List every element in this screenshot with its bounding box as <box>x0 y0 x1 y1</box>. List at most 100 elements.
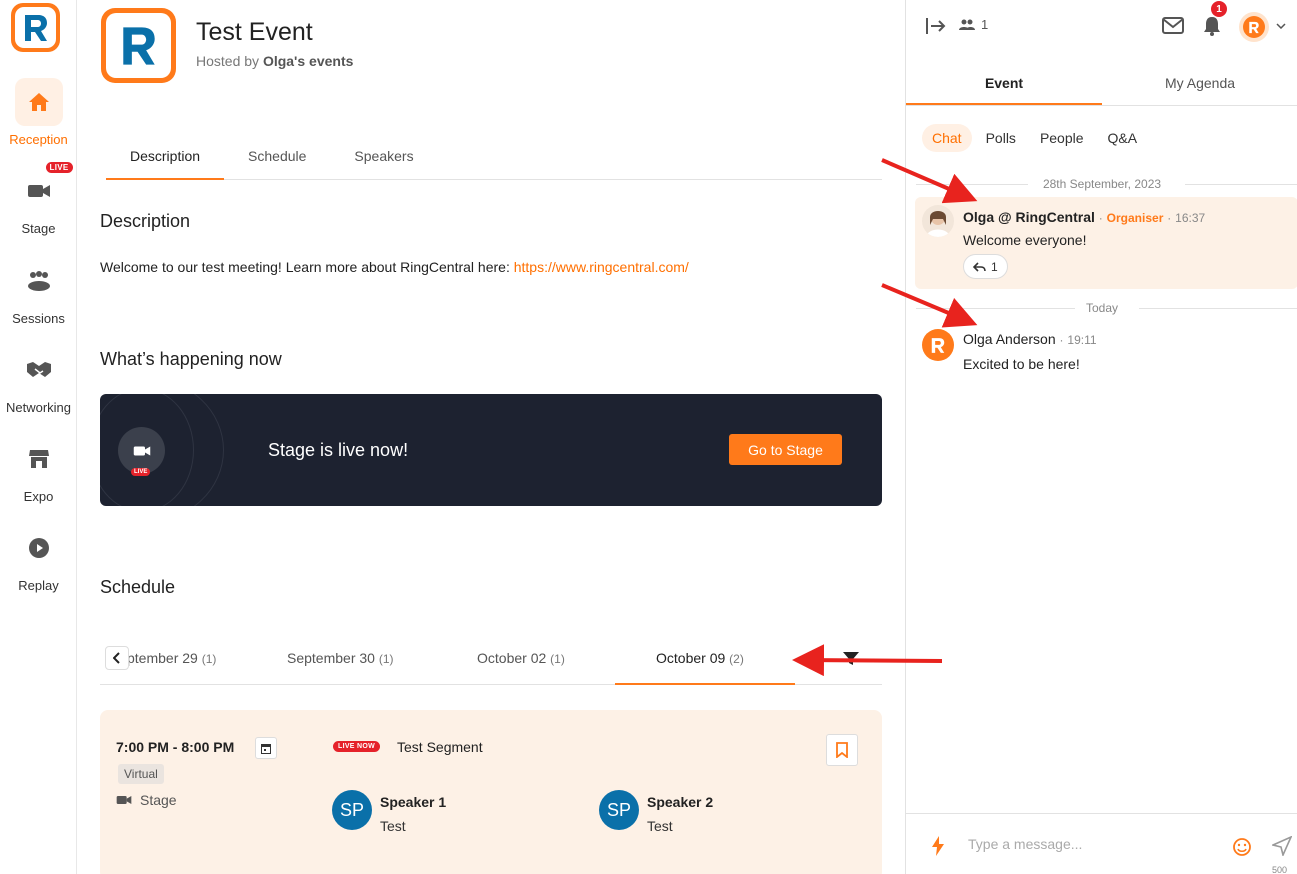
lightning-icon[interactable] <box>932 836 944 856</box>
emoji-icon[interactable] <box>1233 838 1251 856</box>
live-stage-banner: LIVE Stage is live now! Go to Stage <box>100 394 882 506</box>
author-name: Olga @ RingCentral <box>963 209 1095 225</box>
hosted-prefix: Hosted by <box>196 53 260 69</box>
event-tabs: Description Schedule Speakers <box>106 139 882 180</box>
nav-item-sessions[interactable]: Sessions <box>0 257 77 326</box>
bookmark-button[interactable] <box>826 734 858 766</box>
message-text: Welcome everyone! <box>963 232 1087 248</box>
nav-item-networking[interactable]: Networking <box>0 346 77 415</box>
message-time: 19:11 <box>1067 333 1097 347</box>
date-label: ptember 29 <box>127 650 198 666</box>
bookmark-icon <box>836 742 848 758</box>
speaker-role: Test <box>647 818 673 834</box>
chat-message[interactable]: Olga @ RingCentral · Organiser · 16:37 W… <box>915 197 1297 289</box>
live-badge: LIVE <box>45 162 73 173</box>
date-prev-button[interactable] <box>105 646 129 670</box>
event-logo <box>101 8 176 83</box>
message-input[interactable] <box>968 836 1218 852</box>
session-title[interactable]: Test Segment <box>397 739 483 755</box>
add-to-calendar-button[interactable] <box>255 737 277 759</box>
notification-badge: 1 <box>1211 1 1227 17</box>
send-icon[interactable] <box>1272 836 1292 856</box>
location-label: Stage <box>140 792 177 808</box>
speaker-avatar: SP <box>599 790 639 830</box>
date-count: (1) <box>201 652 217 666</box>
nav-item-replay[interactable]: Replay <box>0 524 77 593</box>
storefront-icon <box>15 435 63 483</box>
reply-button[interactable]: 1 <box>963 254 1008 279</box>
speaker-name: Speaker 2 <box>647 794 714 810</box>
nav-label: Sessions <box>12 311 65 326</box>
description-link[interactable]: https://www.ringcentral.com/ <box>514 259 689 275</box>
char-limit: 500 <box>1272 865 1288 874</box>
attendee-count[interactable]: 1 <box>959 17 988 32</box>
video-camera-icon <box>116 796 132 804</box>
session-type-badge: Virtual <box>118 764 164 784</box>
tab-speakers[interactable]: Speakers <box>330 139 437 180</box>
ringcentral-logo-icon <box>122 26 155 65</box>
speaker-item[interactable]: SP Speaker 2 Test <box>599 790 713 834</box>
user-avatar[interactable] <box>1239 12 1269 42</box>
tab-schedule[interactable]: Schedule <box>224 139 330 180</box>
speaker-item[interactable]: SP Speaker 1 Test <box>332 790 446 834</box>
attendee-count-value: 1 <box>981 17 989 32</box>
message-header: Olga Anderson · 19:11 <box>963 331 1097 347</box>
subtab-polls[interactable]: Polls <box>976 124 1026 152</box>
date-tab-active[interactable]: October 09 (2) <box>656 650 744 666</box>
author-avatar <box>922 205 954 237</box>
description-text: Welcome to our test meeting! Learn more … <box>100 259 689 275</box>
reply-icon <box>973 261 986 272</box>
nav-label: Networking <box>5 400 72 415</box>
organiser-label: Organiser <box>1106 211 1164 225</box>
chevron-left-icon <box>113 652 120 664</box>
nav-label: Expo <box>23 489 54 504</box>
separator: · <box>1167 211 1172 225</box>
date-label: October 09 <box>656 650 726 666</box>
nav-item-expo[interactable]: Expo <box>0 435 77 504</box>
chat-subtabs: Chat Polls People Q&A <box>922 124 1147 152</box>
filter-icon[interactable] <box>843 652 859 666</box>
live-now-badge: LIVE NOW <box>333 741 381 752</box>
tab-description[interactable]: Description <box>106 139 225 180</box>
ringcentral-logo-icon <box>24 14 47 41</box>
date-tab[interactable]: October 02 (1) <box>477 650 565 666</box>
nav-item-stage[interactable]: LIVE Stage <box>0 162 77 236</box>
host-name[interactable]: Olga's events <box>263 53 353 69</box>
session-time: 7:00 PM - 8:00 PM <box>116 739 235 755</box>
date-divider: 28th September, 2023 <box>906 177 1297 191</box>
date-divider-label: 28th September, 2023 <box>1042 177 1162 191</box>
speaker-role: Test <box>380 818 406 834</box>
schedule-date-tabs: ptember 29 (1) September 30 (1) October … <box>100 636 882 685</box>
mail-icon[interactable] <box>1162 17 1184 34</box>
subtab-chat[interactable]: Chat <box>922 124 972 152</box>
date-divider: Today <box>906 301 1297 315</box>
date-tab[interactable]: ptember 29 (1) <box>127 650 216 666</box>
schedule-heading: Schedule <box>100 577 176 597</box>
subtab-qa[interactable]: Q&A <box>1098 124 1148 152</box>
tab-my-agenda[interactable]: My Agenda <box>1102 62 1297 105</box>
date-count: (2) <box>729 652 744 666</box>
separator: · <box>1059 333 1064 347</box>
right-panel: 1 1 Event My Agenda Chat Polls People Q&… <box>905 0 1297 874</box>
happening-heading: What’s happening now <box>100 349 282 369</box>
date-label: September 30 <box>287 650 375 666</box>
speaker-avatar: SP <box>332 790 372 830</box>
main-content: Test Event Hosted by Olga's events Descr… <box>78 0 904 874</box>
tab-event[interactable]: Event <box>906 62 1102 105</box>
date-tab[interactable]: September 30 (1) <box>287 650 394 666</box>
chevron-down-icon[interactable] <box>1276 23 1286 29</box>
play-circle-icon <box>15 524 63 572</box>
app-logo[interactable] <box>11 3 60 52</box>
video-camera-icon: LIVE <box>15 162 73 215</box>
active-date-underline <box>615 683 795 685</box>
go-to-stage-button[interactable]: Go to Stage <box>729 434 842 465</box>
collapse-panel-icon[interactable] <box>926 17 946 35</box>
message-time: 16:37 <box>1175 211 1206 225</box>
nav-item-reception[interactable]: Reception <box>0 78 77 147</box>
bell-icon[interactable] <box>1203 16 1221 36</box>
session-card[interactable]: 7:00 PM - 8:00 PM Virtual Stage LIVE NOW… <box>100 710 882 874</box>
subtab-people[interactable]: People <box>1030 124 1094 152</box>
message-header: Olga @ RingCentral · Organiser · 16:37 <box>963 209 1205 225</box>
calendar-icon <box>261 743 271 754</box>
handshake-icon <box>15 346 63 394</box>
